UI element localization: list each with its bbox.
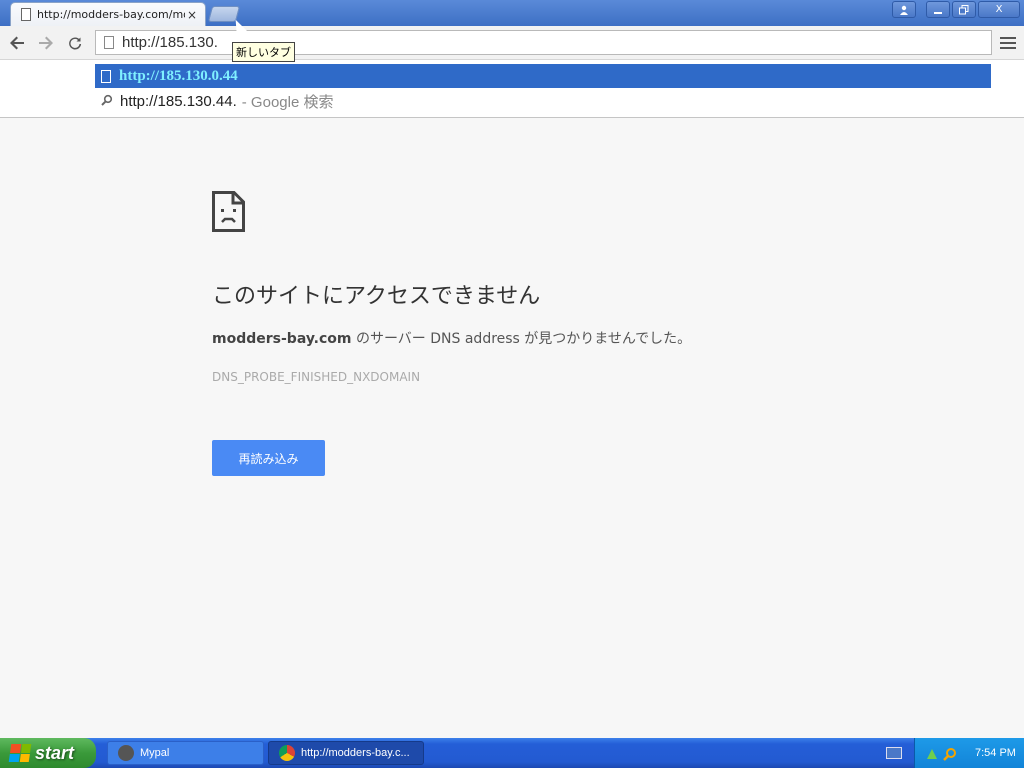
start-label: start <box>35 742 75 763</box>
taskbar-item-mypal[interactable]: Mypal <box>107 741 264 765</box>
windows-logo-icon <box>8 744 32 762</box>
task-label: http://modders-bay.c... <box>301 747 410 759</box>
start-button[interactable]: start <box>0 738 96 768</box>
keyboard-icon[interactable] <box>886 747 902 759</box>
error-page: このサイトにアクセスできません modders-bay.com のサーバー DN… <box>0 118 1024 738</box>
page-icon <box>21 8 31 21</box>
minimize-icon[interactable] <box>926 1 950 18</box>
page-icon <box>104 36 114 49</box>
suggestion-query: http://185.130.44. <box>120 92 237 110</box>
search-icon[interactable] <box>943 746 957 761</box>
tab-title: http://modders-bay.com/mo <box>37 8 185 21</box>
sad-page-icon <box>212 191 245 232</box>
reload-button[interactable]: 再読み込み <box>212 440 325 476</box>
suggestion-item[interactable]: http://185.130.44. - Google 検索 <box>95 89 991 113</box>
browser-tab[interactable]: http://modders-bay.com/mo × <box>10 2 206 26</box>
mypal-icon <box>118 745 134 761</box>
error-title: このサイトにアクセスできません <box>212 284 541 309</box>
clock: 7:54 PM <box>975 747 1016 759</box>
taskbar-item-browser[interactable]: http://modders-bay.c... <box>268 741 424 765</box>
network-icon[interactable] <box>925 746 939 760</box>
page-icon <box>101 69 111 83</box>
new-tab-tooltip: 新しいタブ <box>232 42 295 62</box>
task-label: Mypal <box>140 747 170 759</box>
back-icon[interactable] <box>6 32 28 54</box>
suggestion-url: http://185.130.0.44 <box>119 67 238 84</box>
title-bar: http://modders-bay.com/mo × X <box>0 0 1024 26</box>
error-domain: modders-bay.com <box>212 331 352 347</box>
system-tray: 7:54 PM <box>914 738 1024 768</box>
error-description-text: のサーバー DNS address が見つかりませんでした。 <box>351 331 692 347</box>
omnibox-suggestions: http://185.130.0.44 http://185.130.44. -… <box>0 60 1024 118</box>
window-controls: X <box>892 1 1020 18</box>
address-bar[interactable] <box>95 30 992 55</box>
close-window-icon[interactable]: X <box>978 1 1020 18</box>
chrome-icon <box>279 745 295 761</box>
close-tab-icon[interactable]: × <box>185 8 199 22</box>
error-code: DNS_PROBE_FINISHED_NXDOMAIN <box>212 370 421 384</box>
menu-icon[interactable] <box>1000 33 1016 53</box>
taskbar: start Mypal http://modders-bay.c... 7:54… <box>0 738 1024 768</box>
reload-icon[interactable] <box>64 32 86 54</box>
suggestion-item[interactable]: http://185.130.0.44 <box>95 64 991 88</box>
error-description: modders-bay.com のサーバー DNS address が見つかりま… <box>212 328 691 348</box>
restore-icon[interactable] <box>952 1 976 18</box>
browser-toolbar <box>0 26 1024 60</box>
profile-icon[interactable] <box>892 1 916 18</box>
forward-icon[interactable] <box>35 32 57 54</box>
search-icon <box>101 94 115 109</box>
suggestion-suffix: - Google 検索 <box>241 93 334 111</box>
